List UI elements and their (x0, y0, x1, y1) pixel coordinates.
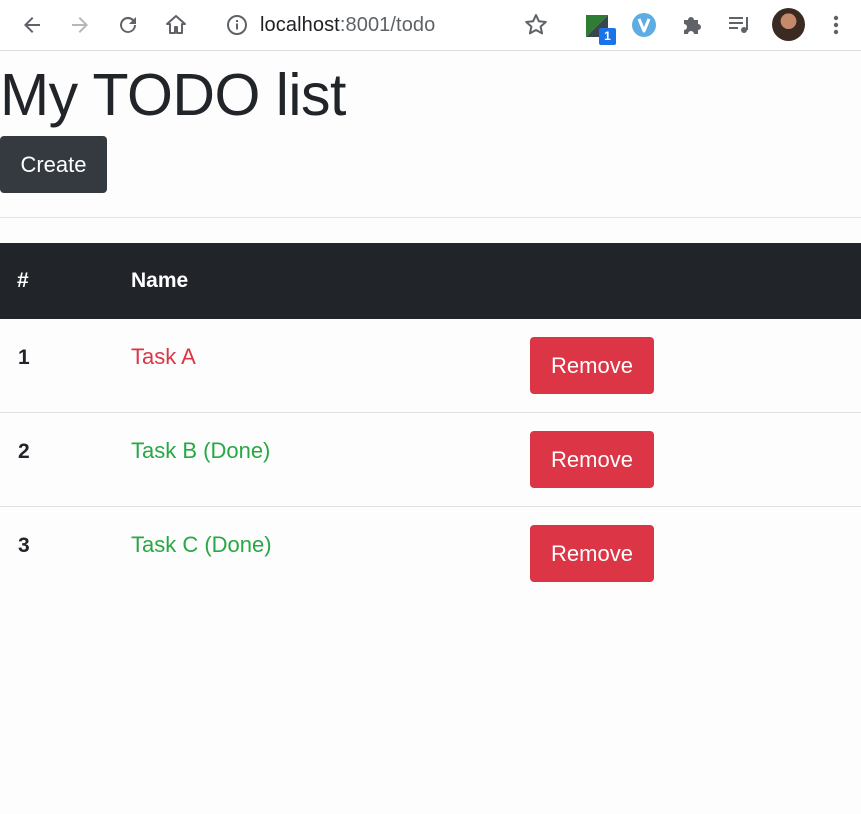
remove-button-label: Remove (551, 541, 633, 566)
url-path: :8001/todo (339, 14, 436, 36)
url-host: localhost (260, 14, 340, 36)
page-title: My TODO list (0, 62, 346, 128)
puzzle-icon[interactable] (678, 11, 706, 39)
row-num: 3 (18, 534, 30, 557)
address-bar[interactable]: localhost:8001/todo (260, 12, 435, 38)
todo-table: # Name 1 Task A Remove 2 Task B (Done) R… (0, 243, 861, 601)
row-num: 2 (18, 440, 30, 463)
info-icon[interactable] (226, 14, 248, 36)
divider (0, 217, 861, 218)
avatar[interactable] (772, 8, 805, 41)
extension-v-icon[interactable] (630, 11, 658, 39)
create-button-label: Create (20, 152, 87, 177)
playlist-icon[interactable] (726, 11, 754, 39)
table-header: # Name (0, 243, 861, 319)
header-name: Name (131, 269, 189, 292)
task-name[interactable]: Task B (Done) (131, 438, 270, 464)
reload-icon[interactable] (114, 11, 142, 39)
table-row: 3 Task C (Done) Remove (0, 507, 861, 601)
row-num: 1 (18, 346, 30, 369)
remove-button[interactable]: Remove (530, 431, 654, 488)
table-row: 2 Task B (Done) Remove (0, 413, 861, 507)
home-icon[interactable] (162, 11, 190, 39)
browser-toolbar: localhost:8001/todo 1 (0, 0, 861, 51)
remove-button[interactable]: Remove (530, 525, 654, 582)
star-icon[interactable] (522, 11, 550, 39)
remove-button[interactable]: Remove (530, 337, 654, 394)
header-num: # (17, 269, 29, 292)
task-name[interactable]: Task A (131, 344, 196, 370)
back-icon[interactable] (18, 11, 46, 39)
task-name[interactable]: Task C (Done) (131, 532, 272, 558)
forward-icon[interactable] (66, 11, 94, 39)
menu-dots-icon[interactable] (822, 11, 850, 39)
extension-badge: 1 (599, 28, 616, 45)
table-row: 1 Task A Remove (0, 319, 861, 413)
create-button[interactable]: Create (0, 136, 107, 193)
remove-button-label: Remove (551, 447, 633, 472)
remove-button-label: Remove (551, 353, 633, 378)
